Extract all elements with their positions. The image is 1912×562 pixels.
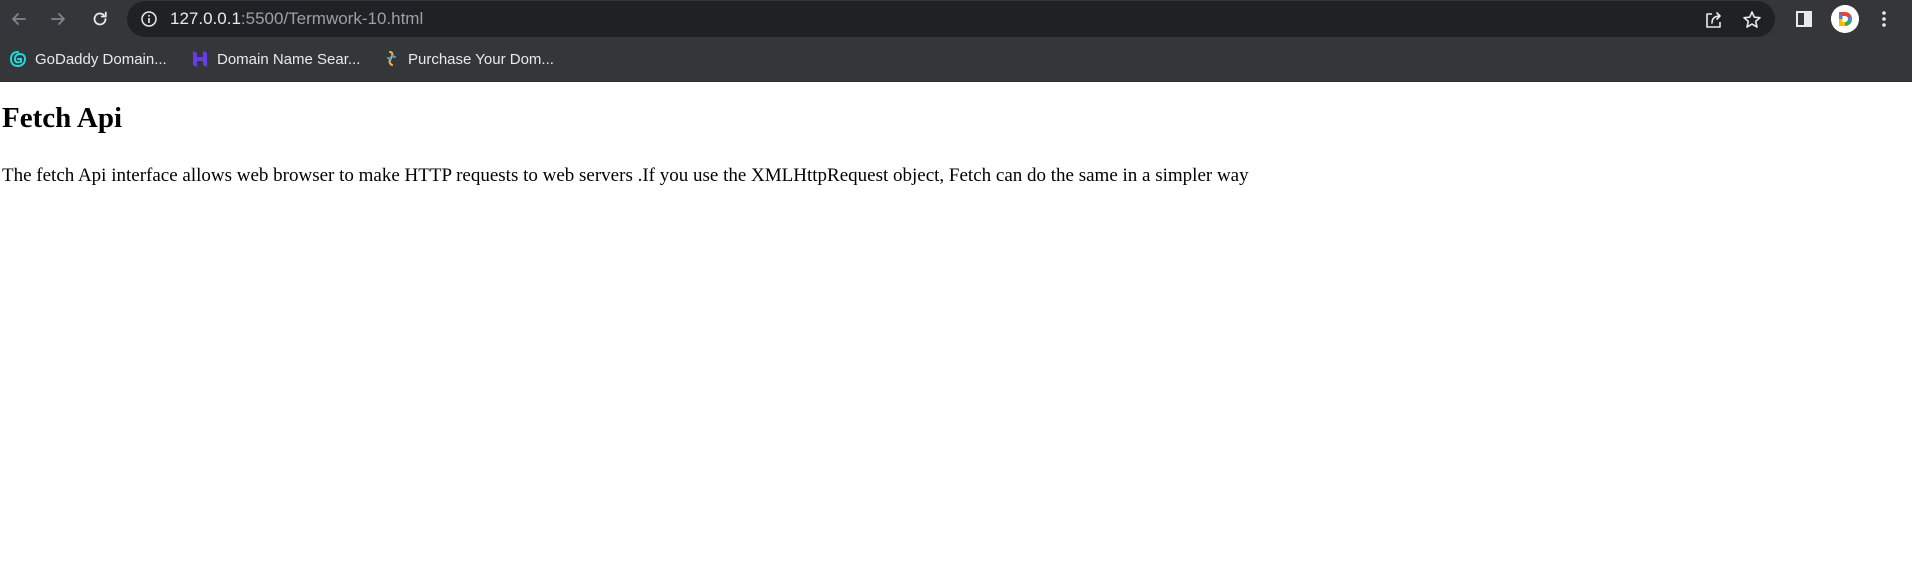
info-icon — [141, 11, 157, 27]
url-host: 127.0.0.1 — [170, 9, 241, 28]
browser-chrome: 127.0.0.1:5500/Termwork-10.html GoDaddy … — [0, 0, 1912, 82]
page-paragraph: The fetch Api interface allows web brows… — [2, 165, 1249, 186]
share-button[interactable] — [1703, 9, 1725, 31]
bookmark-godaddy[interactable]: GoDaddy Domain... — [8, 48, 167, 70]
profile-avatar[interactable] — [1831, 5, 1859, 33]
bookmark-purchase-domain[interactable]: Purchase Your Dom... — [381, 48, 554, 70]
profile-logo-icon — [1831, 5, 1859, 33]
bookmark-label: GoDaddy Domain... — [35, 50, 167, 68]
url-text[interactable]: 127.0.0.1:5500/Termwork-10.html — [170, 9, 423, 29]
arrow-right-icon — [51, 13, 65, 25]
godaddy-icon — [9, 51, 27, 68]
site-info-button[interactable] — [140, 10, 158, 28]
bookmarks-bar: GoDaddy Domain... Domain Name Sear... Pu… — [0, 38, 1912, 82]
browser-menu-button[interactable] — [1873, 8, 1895, 30]
bookmark-domain-name-search[interactable]: Domain Name Sear... — [190, 48, 360, 70]
page-content: Fetch Api The fetch Api interface allows… — [0, 82, 1912, 562]
reload-button[interactable] — [84, 3, 116, 35]
hostinger-icon — [193, 51, 207, 67]
bookmark-label: Domain Name Sear... — [217, 50, 361, 68]
side-panel-icon — [1796, 11, 1812, 27]
page-title: Fetch Api — [2, 102, 123, 134]
bookmark-star-button[interactable] — [1741, 9, 1763, 31]
more-vertical-icon — [1882, 11, 1886, 27]
domain-bird-icon — [387, 51, 396, 66]
share-icon — [1706, 12, 1721, 28]
bookmark-label: Purchase Your Dom... — [408, 50, 554, 68]
url-path: :5500/Termwork-10.html — [240, 9, 424, 28]
address-bar[interactable]: 127.0.0.1:5500/Termwork-10.html — [127, 1, 1775, 37]
side-panel-button[interactable] — [1793, 8, 1815, 30]
reload-icon — [93, 11, 107, 26]
star-icon — [1743, 11, 1761, 28]
forward-button[interactable] — [42, 3, 74, 35]
back-button[interactable] — [3, 3, 35, 35]
browser-toolbar: 127.0.0.1:5500/Termwork-10.html — [0, 0, 1912, 38]
arrow-left-icon — [12, 13, 26, 25]
